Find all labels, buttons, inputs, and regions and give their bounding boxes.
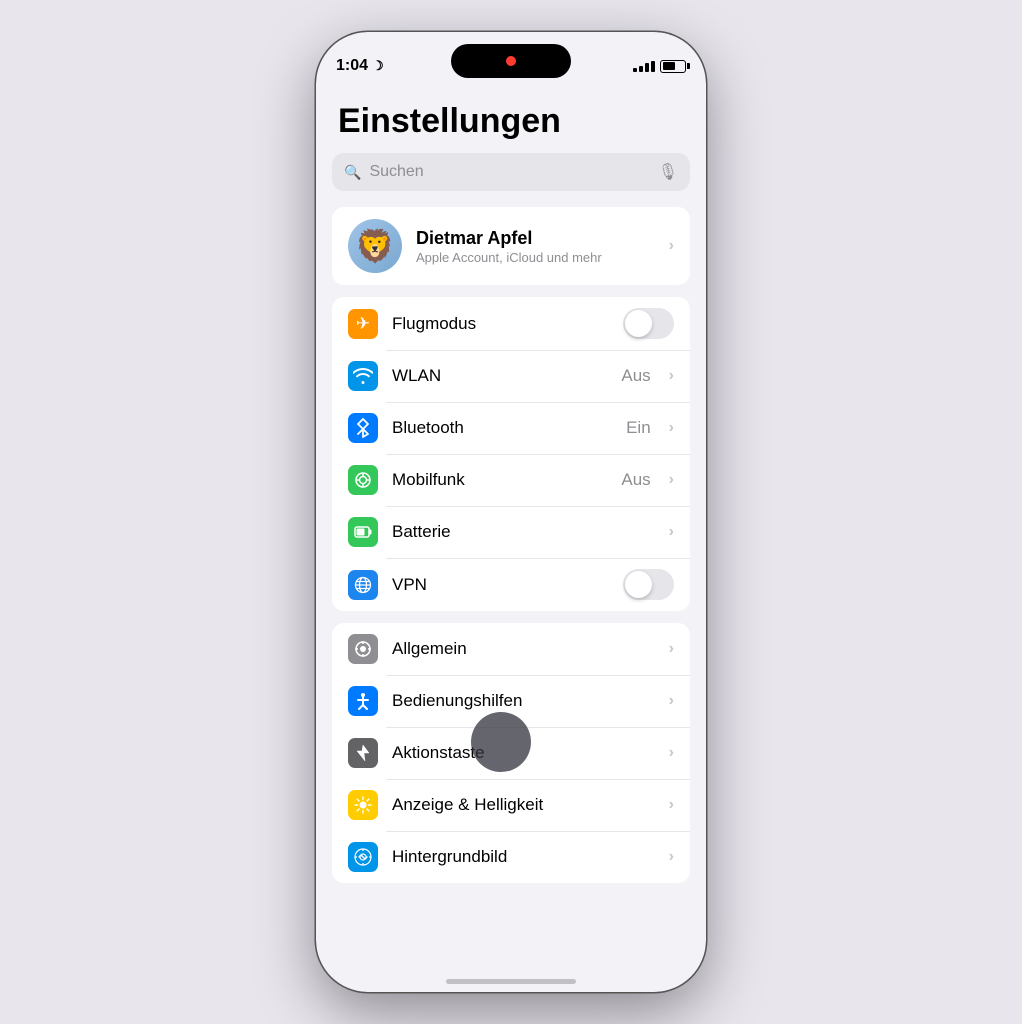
chevron-allgemein: › xyxy=(669,640,674,658)
icon-bedienungshilfen xyxy=(348,686,378,716)
row-mobilfunk[interactable]: Mobilfunk Aus › xyxy=(332,454,690,506)
toggle-flugmodus[interactable] xyxy=(623,308,674,339)
profile-name: Dietmar Apfel xyxy=(416,228,655,249)
signal-bar-1 xyxy=(633,68,637,72)
toggle-thumb-flugmodus xyxy=(625,310,652,337)
search-placeholder: Suchen xyxy=(369,163,649,181)
signal-bar-3 xyxy=(645,63,649,72)
icon-hintergrundbild xyxy=(348,842,378,872)
status-right xyxy=(633,60,686,73)
status-bar: 1:04 ☽ xyxy=(316,32,706,86)
row-hintergrundbild[interactable]: Hintergrundbild › xyxy=(332,831,690,883)
label-mobilfunk: Mobilfunk xyxy=(392,470,607,490)
phone-screen: 1:04 ☽ Einstellungen xyxy=(316,32,706,992)
avatar: 🦁 xyxy=(348,219,402,273)
value-mobilfunk: Aus xyxy=(621,470,650,490)
search-bar[interactable]: 🔍 Suchen 🎙 xyxy=(332,153,690,191)
home-indicator xyxy=(446,979,576,984)
label-vpn: VPN xyxy=(392,575,609,595)
row-vpn[interactable]: VPN xyxy=(332,558,690,611)
icon-allgemein xyxy=(348,634,378,664)
time-label: 1:04 xyxy=(336,57,368,75)
battery-fill xyxy=(663,62,676,70)
label-batterie: Batterie xyxy=(392,522,655,542)
chevron-mobilfunk: › xyxy=(669,471,674,489)
row-bluetooth[interactable]: Bluetooth Ein › xyxy=(332,402,690,454)
profile-row[interactable]: 🦁 Dietmar Apfel Apple Account, iCloud un… xyxy=(332,207,690,285)
search-icon: 🔍 xyxy=(344,164,361,181)
row-flugmodus[interactable]: ✈ Flugmodus xyxy=(332,297,690,350)
icon-bluetooth xyxy=(348,413,378,443)
phone-frame: 1:04 ☽ Einstellungen xyxy=(316,32,706,992)
page-title: Einstellungen xyxy=(316,86,706,153)
label-bedienungshilfen: Bedienungshilfen xyxy=(392,691,655,711)
icon-anzeige xyxy=(348,790,378,820)
value-bluetooth: Ein xyxy=(626,418,651,438)
recording-dot xyxy=(506,56,516,66)
chevron-hintergrundbild: › xyxy=(669,848,674,866)
signal-bars xyxy=(633,61,655,72)
row-wlan[interactable]: WLAN Aus › xyxy=(332,350,690,402)
chevron-bluetooth: › xyxy=(669,419,674,437)
value-wlan: Aus xyxy=(621,366,650,386)
moon-icon: ☽ xyxy=(372,58,384,74)
label-allgemein: Allgemein xyxy=(392,639,655,659)
icon-wlan xyxy=(348,361,378,391)
icon-mobilfunk xyxy=(348,465,378,495)
chevron-wlan: › xyxy=(669,367,674,385)
battery-icon xyxy=(660,60,686,73)
icon-batterie xyxy=(348,517,378,547)
icon-aktionstaste xyxy=(348,738,378,768)
chevron-batterie: › xyxy=(669,523,674,541)
toggle-thumb-vpn xyxy=(625,571,652,598)
label-wlan: WLAN xyxy=(392,366,607,386)
profile-section: 🦁 Dietmar Apfel Apple Account, iCloud un… xyxy=(332,207,690,285)
profile-subtitle: Apple Account, iCloud und mehr xyxy=(416,250,655,265)
scroll-content[interactable]: Einstellungen 🔍 Suchen 🎙 🦁 Dietmar Apfel… xyxy=(316,86,706,992)
row-bedienungshilfen[interactable]: Bedienungshilfen › xyxy=(332,675,690,727)
system-section: Allgemein › Bedienungshilfen xyxy=(332,623,690,883)
network-section: ✈ Flugmodus WLAN xyxy=(332,297,690,611)
label-aktionstaste: Aktionstaste xyxy=(392,743,655,763)
dynamic-island xyxy=(451,44,571,78)
label-flugmodus: Flugmodus xyxy=(392,314,609,334)
label-bluetooth: Bluetooth xyxy=(392,418,612,438)
icon-flugmodus: ✈ xyxy=(348,309,378,339)
profile-info: Dietmar Apfel Apple Account, iCloud und … xyxy=(416,228,655,265)
chevron-bedienungshilfen: › xyxy=(669,692,674,710)
toggle-vpn[interactable] xyxy=(623,569,674,600)
row-aktionstaste[interactable]: Aktionstaste › xyxy=(332,727,690,779)
mic-icon[interactable]: 🎙 xyxy=(658,162,678,182)
profile-chevron: › xyxy=(669,237,674,255)
label-anzeige: Anzeige & Helligkeit xyxy=(392,795,655,815)
row-allgemein[interactable]: Allgemein › xyxy=(332,623,690,675)
chevron-anzeige: › xyxy=(669,796,674,814)
row-anzeige[interactable]: Anzeige & Helligkeit › xyxy=(332,779,690,831)
row-batterie[interactable]: Batterie › xyxy=(332,506,690,558)
signal-bar-4 xyxy=(651,61,655,72)
chevron-aktionstaste: › xyxy=(669,744,674,762)
icon-vpn xyxy=(348,570,378,600)
label-hintergrundbild: Hintergrundbild xyxy=(392,847,655,867)
signal-bar-2 xyxy=(639,66,643,72)
avatar-emoji: 🦁 xyxy=(355,227,395,265)
status-time: 1:04 ☽ xyxy=(336,57,384,75)
